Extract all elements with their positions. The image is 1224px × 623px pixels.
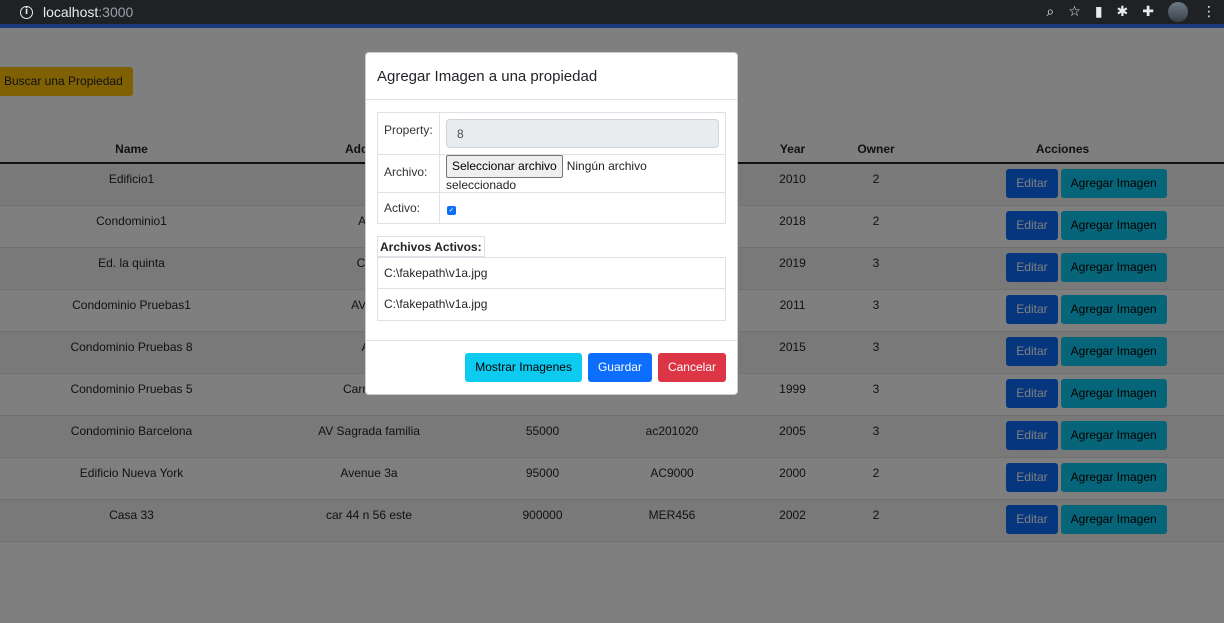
modal-footer: Mostrar Imagenes Guardar Cancelar (366, 340, 737, 394)
modal-body: Property: 8 Archivo: Seleccionar archivo… (366, 100, 737, 321)
url-port: :3000 (98, 4, 134, 20)
bookmark-star-icon[interactable]: ☆ (1068, 4, 1081, 20)
active-label: Activo: (377, 192, 440, 224)
active-cell: ✓ (439, 192, 726, 224)
save-button[interactable]: Guardar (587, 353, 652, 382)
active-checkbox[interactable]: ✓ (447, 206, 456, 215)
zoom-icon[interactable]: ⌕ (1046, 4, 1054, 20)
file-row: Archivo: Seleccionar archivo Ningún archi… (377, 154, 726, 193)
browser-toolbar: i localhost:3000 ⌕ ☆ ▮ ✱ ✚ ⋮ (0, 0, 1224, 24)
choose-file-button[interactable]: Seleccionar archivo (446, 155, 563, 178)
modal-header: Agregar Imagen a una propiedad (366, 53, 737, 100)
property-cell: 8 (439, 112, 726, 155)
extension-bug-icon[interactable]: ✱ (1117, 4, 1129, 20)
address-bar[interactable]: localhost:3000 (43, 4, 133, 20)
add-image-modal: Agregar Imagen a una propiedad Property:… (365, 52, 738, 395)
property-input[interactable]: 8 (446, 119, 719, 148)
file-cell: Seleccionar archivo Ningún archivo selecc… (439, 154, 726, 193)
url-host: localhost (43, 4, 99, 20)
active-files-heading: Archivos Activos: (377, 236, 485, 257)
list-item: C:\fakepath\v1a.jpg (378, 258, 725, 289)
extensions-puzzle-icon[interactable]: ✚ (1142, 4, 1154, 20)
property-label: Property: (377, 112, 440, 155)
extension-office-icon[interactable]: ▮ (1095, 4, 1103, 20)
browser-menu-icon[interactable]: ⋮ (1202, 4, 1216, 20)
profile-avatar[interactable] (1168, 2, 1188, 22)
list-item: C:\fakepath\v1a.jpg (384, 297, 488, 311)
site-info-icon[interactable]: i (20, 5, 33, 19)
cancel-button[interactable]: Cancelar (657, 353, 726, 382)
active-files-list: C:\fakepath\v1a.jpg C:\fakepath\v1a.jpg (377, 257, 726, 321)
browser-actions: ⌕ ☆ ▮ ✱ ✚ ⋮ (1046, 0, 1216, 24)
property-row: Property: 8 (377, 112, 726, 155)
file-label: Archivo: (377, 154, 440, 193)
image-form: Property: 8 Archivo: Seleccionar archivo… (377, 112, 726, 224)
show-images-button[interactable]: Mostrar Imagenes (465, 353, 582, 382)
active-row: Activo: ✓ (377, 192, 726, 224)
modal-title: Agregar Imagen a una propiedad (377, 68, 598, 85)
